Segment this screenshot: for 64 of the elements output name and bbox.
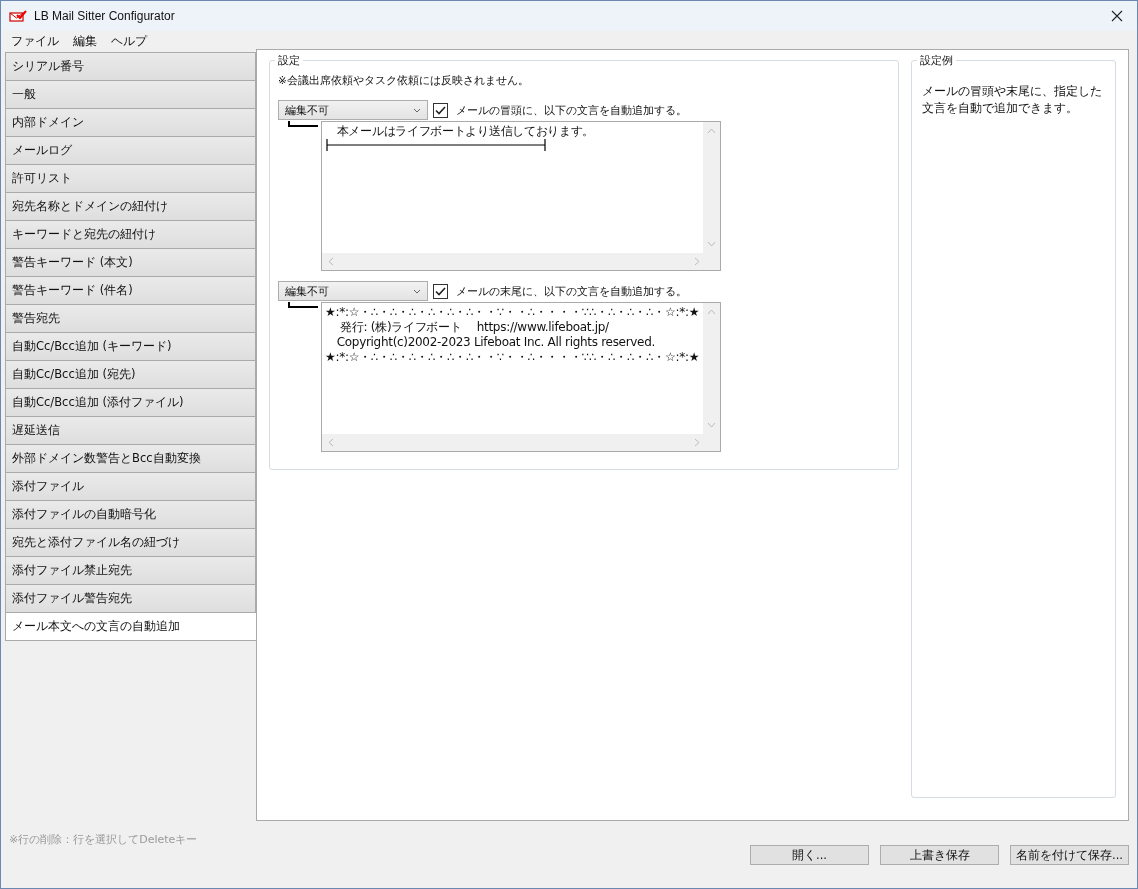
scroll-left-icon[interactable] [328,257,334,266]
scroll-left-icon[interactable] [328,438,334,447]
envelope-check-icon [9,10,27,22]
checkbox-label: メールの冒頭に、以下の文言を自動追加する。 [456,102,687,118]
checkbox[interactable] [433,102,448,118]
scroll-down-icon[interactable] [707,422,716,428]
scroll-down-icon[interactable] [707,241,716,247]
caret-icon [413,107,421,113]
connector-line [288,302,318,308]
sidebar-item[interactable]: 警告宛先 [5,305,256,333]
sidebar-item[interactable]: 添付ファイル禁止宛先 [5,557,256,585]
hint-text: ※行の削除：行を選択してDeleteキー [9,832,198,848]
sidebar-item[interactable]: 警告キーワード (件名) [5,277,256,305]
sidebar-item[interactable]: 遅延送信 [5,417,256,445]
text-line: ★:*:☆・∴・∴・∴・∴・∴・∴・・∵・・∴・・・・∵∴・∴・∴・∴・☆:*:★ [325,350,700,365]
sidebar-item[interactable]: メール本文への文言の自動追加 [5,613,257,641]
caret-icon [413,288,421,294]
sidebar-item[interactable]: 警告キーワード (本文) [5,249,256,277]
mode-dropdown[interactable]: 編集不可 [278,100,428,120]
menu-item[interactable]: ファイル [11,32,59,50]
mode-dropdown[interactable]: 編集不可 [278,281,428,301]
scroll-right-icon[interactable] [694,438,700,447]
sidebar-item[interactable]: 宛先と添付ファイル名の紐づけ [5,529,256,557]
group-title: 設定 [275,53,303,68]
action-button[interactable]: 上書き保存 [880,845,999,865]
text-line: ★:*:☆・∴・∴・∴・∴・∴・∴・・∵・・∴・・・・∵∴・∴・∴・∴・☆:*:★ [325,305,700,320]
sidebar-item[interactable]: 自動Cc/Bcc追加 (宛先) [5,361,256,389]
sidebar-item[interactable]: 外部ドメイン数警告とBcc自動変換 [5,445,256,473]
scroll-right-icon[interactable] [694,257,700,266]
text-area[interactable]: 本メールはライフボートより送信しております。 [321,121,721,271]
sidebar-item[interactable]: 一般 [5,81,256,109]
sidebar-item[interactable]: 宛先名称とドメインの紐付け [5,193,256,221]
action-button[interactable]: 名前を付けて保存... [1010,845,1129,865]
checkbox[interactable] [433,283,448,299]
text-line: 本メールはライフボートより送信しております。 [335,124,595,139]
note-text: ※会議出席依頼やタスク依頼には反映されません。 [278,74,529,88]
vertical-scrollbar[interactable] [703,122,720,253]
sidebar-item[interactable]: 添付ファイル警告宛先 [5,585,256,613]
sidebar-item[interactable]: メールログ [5,137,256,165]
group-title: 設定例 [917,53,956,68]
horizontal-scrollbar[interactable] [322,253,720,270]
horizontal-scrollbar[interactable] [322,434,720,451]
menu-item[interactable]: ヘルプ [111,32,147,50]
text-area[interactable]: ★:*:☆・∴・∴・∴・∴・∴・∴・・∵・・∴・・・・∵∴・∴・∴・∴・☆:*:★ 発行: (株)ライフボート https://www.lifeboat.jp/ Copyright(c)2002-2023 Lifeboat Inc. All rights reserved. ★:*:☆・∴・∴・∴・∴・∴・∴・・∵・・∴・・・・∵∴・∴・∴・∴・☆:*:★ [321,302,721,452]
scroll-up-icon[interactable] [707,128,716,134]
sidebar-item[interactable]: 自動Cc/Bcc追加 (添付ファイル) [5,389,256,417]
example-text: メールの冒頭や末尾に、指定した文言を自動で追加できます。 [922,83,1103,117]
connector-line [288,121,318,127]
sidebar-item[interactable]: 許可リスト [5,165,256,193]
action-button[interactable]: 開く... [750,845,869,865]
sidebar-item[interactable]: 添付ファイルの自動暗号化 [5,501,256,529]
window-title: LB Mail Sitter Configurator [34,9,176,23]
text-line: Copyright(c)2002-2023 Lifeboat Inc. All rights reserved. [335,335,656,350]
menu-item[interactable]: 編集 [73,32,97,50]
vertical-scrollbar[interactable] [703,303,720,434]
close-icon[interactable] [1111,10,1123,22]
sidebar-item[interactable]: 自動Cc/Bcc追加 (キーワード) [5,333,256,361]
sidebar-item[interactable]: シリアル番号 [5,52,256,81]
text-line: 発行: (株)ライフボート https://www.lifeboat.jp/ [339,320,609,335]
checkbox-label: メールの末尾に、以下の文言を自動追加する。 [456,283,687,299]
scroll-up-icon[interactable] [707,309,716,315]
sidebar-item[interactable]: 添付ファイル [5,473,256,501]
sidebar-item[interactable]: 内部ドメイン [5,109,256,137]
sidebar-item[interactable]: キーワードと宛先の紐付け [5,221,256,249]
